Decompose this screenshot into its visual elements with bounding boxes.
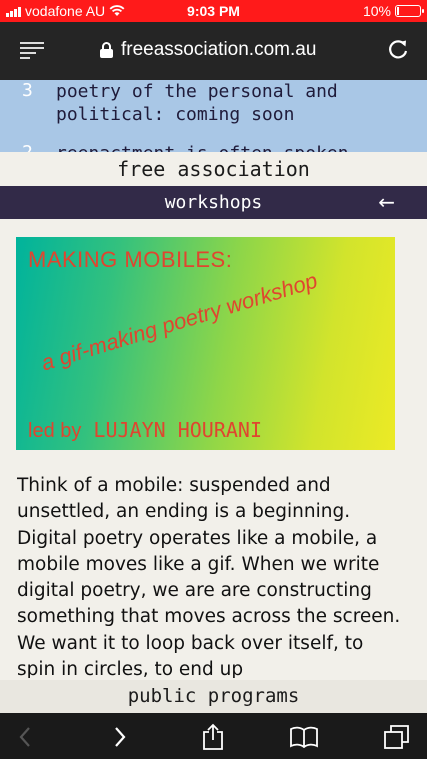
site-title[interactable]: free association xyxy=(0,152,427,186)
battery-percent: 10% xyxy=(362,3,391,19)
back-arrow-icon[interactable]: ← xyxy=(378,186,395,219)
banner-credit: led by LUJAYN HOURANI xyxy=(28,418,262,443)
list-item-text: reenactment is often spoken xyxy=(56,142,406,152)
battery-group: 10% xyxy=(362,3,424,19)
browser-toolbar xyxy=(0,713,427,759)
banner-subtitle: a gif-making poetry workshop xyxy=(38,267,321,376)
share-icon[interactable] xyxy=(198,723,228,751)
workshop-banner-image: MAKING MOBILES: a gif-making poetry work… xyxy=(16,237,395,450)
lock-icon xyxy=(100,42,113,58)
banner-title: MAKING MOBILES: xyxy=(28,247,233,272)
reader-menu-icon[interactable] xyxy=(20,42,44,59)
workshop-description: Think of a mobile: suspended and unsettl… xyxy=(17,475,401,678)
list-item-number: 2 xyxy=(22,142,33,152)
banner-credit-prefix: led by xyxy=(28,420,82,442)
section-link-public-programs[interactable]: public programs xyxy=(0,680,427,713)
battery-icon xyxy=(395,5,424,17)
reload-icon[interactable] xyxy=(387,37,409,61)
browser-address-bar: freeassociation.com.au xyxy=(0,22,427,80)
banner-credit-name: LUJAYN HOURANI xyxy=(93,418,262,442)
list-item-number: 3 xyxy=(22,80,33,101)
list-item-text: poetry of the personal and political: co… xyxy=(56,81,338,125)
bookmarks-icon[interactable] xyxy=(289,723,319,751)
forward-icon[interactable] xyxy=(105,723,135,751)
tabs-icon[interactable] xyxy=(382,723,412,751)
section-header: workshops ← xyxy=(0,186,427,219)
url-text: freeassociation.com.au xyxy=(121,39,317,60)
previous-list-peek: 3 poetry of the personal and political: … xyxy=(0,80,427,152)
back-icon[interactable] xyxy=(10,723,40,751)
section-title: workshops xyxy=(164,192,263,213)
url-field[interactable]: freeassociation.com.au xyxy=(100,39,316,61)
status-bar: vodafone AU 9:03 PM 10% xyxy=(0,0,427,22)
